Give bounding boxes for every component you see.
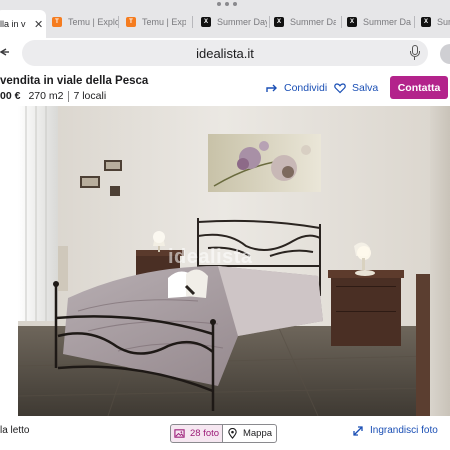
tab-summer-2[interactable]: X Summer Day (274, 10, 336, 34)
browser-tab-strip: lla in v ✕ T Temu | Explo T Temu | Explo… (0, 0, 450, 38)
tab-temu-2[interactable]: T Temu | Explo (126, 10, 186, 34)
listing-photo[interactable]: idealista (18, 106, 430, 416)
temu-icon: T (126, 17, 136, 27)
tab-label: Summer Day (217, 17, 267, 27)
enlarge-label: Ingrandisci foto (370, 425, 438, 436)
x-icon: X (274, 17, 284, 27)
tab-label: Temu | Explo (142, 17, 186, 27)
heart-icon (334, 83, 346, 94)
photos-button[interactable]: 28 foto (170, 424, 223, 443)
listing-rooms: 7 locali (73, 90, 107, 102)
share-arrow-icon (266, 84, 277, 92)
url-text: idealista.it (196, 46, 254, 61)
listing-header: vendita in viale della Pesca 00 € 270 m2… (0, 72, 450, 106)
map-label: Mappa (242, 428, 273, 439)
tab-divider (341, 16, 342, 28)
save-label: Salva (352, 82, 379, 94)
previous-photo-edge[interactable] (0, 106, 18, 416)
enlarge-photo-button[interactable]: Ingrandisci foto (353, 425, 438, 436)
x-icon: X (201, 17, 211, 27)
tab-label: Summer Day (290, 17, 336, 27)
next-photo-edge[interactable] (430, 106, 450, 416)
tab-summer-3[interactable]: X Summer Day (347, 10, 411, 34)
contact-button[interactable]: Contatta (390, 76, 448, 99)
tab-divider (118, 16, 119, 28)
listing-area: 270 m2 (28, 90, 64, 102)
tab-temu-1[interactable]: T Temu | Explo (52, 10, 118, 34)
side-panel-handle[interactable] (440, 44, 450, 64)
expand-icon (353, 425, 363, 436)
url-field[interactable]: idealista.it (22, 40, 428, 66)
listing-title: vendita in viale della Pesca (0, 75, 149, 87)
share-label: Condividi (284, 82, 328, 94)
tab-summer-4[interactable]: X Sum (421, 10, 450, 34)
tabs-overview-icon[interactable] (0, 46, 10, 62)
photo-watermark: idealista (168, 246, 253, 268)
save-button[interactable]: Salva (334, 82, 378, 94)
tab-label: lla in v (0, 19, 26, 29)
tab-divider (192, 16, 193, 28)
listing-price: 00 € (0, 90, 21, 102)
photo-footer: la letto 28 foto Mappa Ingrandisci foto (0, 418, 450, 450)
tab-label: Sum (437, 17, 450, 27)
address-bar-row: idealista.it (0, 38, 450, 70)
tab-summer-1[interactable]: X Summer Day (201, 10, 267, 34)
microphone-icon[interactable] (410, 45, 420, 61)
close-icon[interactable]: ✕ (34, 18, 43, 31)
tab-divider (414, 16, 415, 28)
photo-caption: la letto (0, 425, 30, 436)
window-grip-handle[interactable] (217, 2, 237, 8)
meta-divider (68, 90, 70, 102)
tab-label: Summer Day (363, 17, 411, 27)
photos-label: 28 foto (189, 428, 220, 439)
share-button[interactable]: Condividi (266, 82, 327, 94)
image-icon (174, 429, 185, 438)
map-pin-icon (228, 428, 237, 439)
tab-divider (269, 16, 270, 28)
tab-active[interactable]: lla in v ✕ (0, 10, 46, 38)
map-button[interactable]: Mappa (222, 424, 277, 443)
x-icon: X (347, 17, 357, 27)
photo-gallery[interactable]: idealista (0, 106, 450, 416)
temu-icon: T (52, 17, 62, 27)
x-icon: X (421, 17, 431, 27)
tab-label: Temu | Explo (68, 17, 118, 27)
listing-meta: 00 € 270 m2 7 locali (0, 90, 106, 102)
